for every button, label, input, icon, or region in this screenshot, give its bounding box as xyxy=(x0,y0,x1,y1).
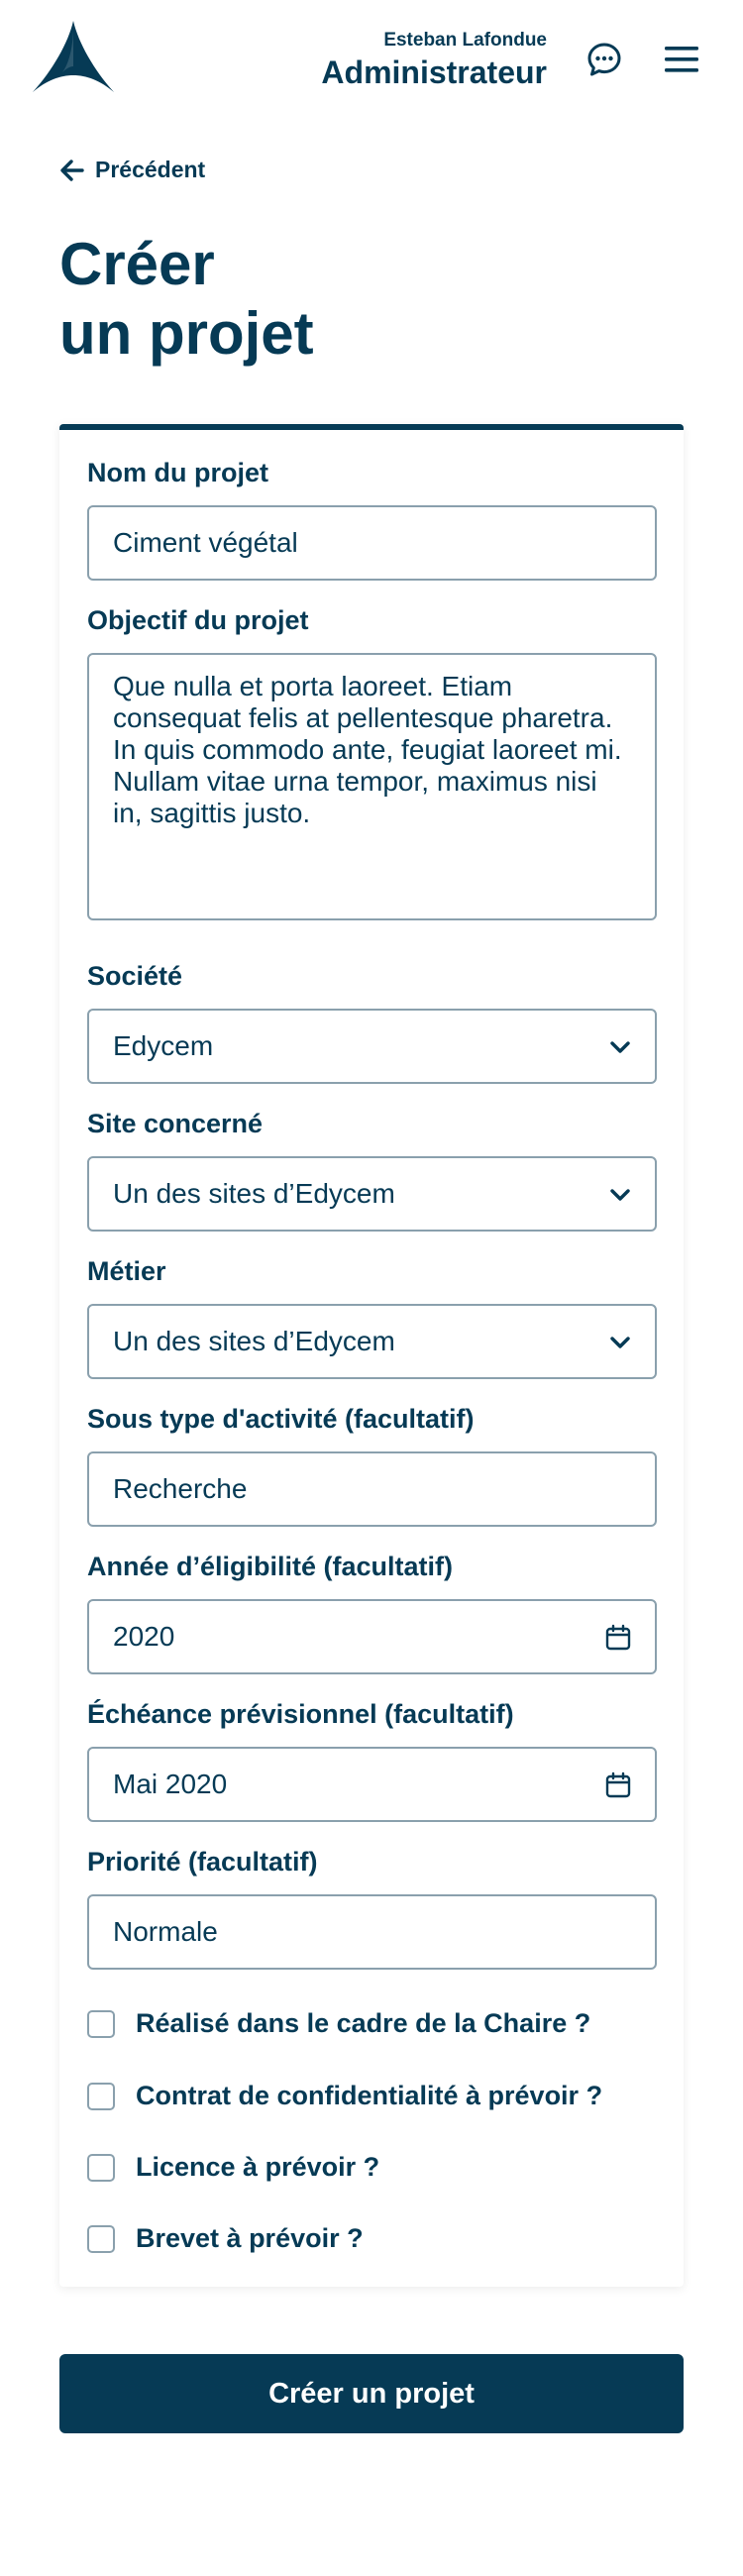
eligibility-year-input[interactable]: 2020 xyxy=(87,1599,657,1674)
job-value: Un des sites d’Edycem xyxy=(113,1326,395,1356)
triangle-logo-icon[interactable] xyxy=(33,21,114,98)
project-name-label: Nom du projet xyxy=(87,458,268,487)
page-title: Créer un projet xyxy=(59,230,476,369)
checkbox[interactable] xyxy=(87,2009,115,2038)
back-link[interactable]: Précédent xyxy=(59,157,205,183)
page-title-line1: Créer xyxy=(59,231,215,297)
user-name: Esteban Lafondue xyxy=(383,30,547,51)
project-name-value: Ciment végétal xyxy=(113,527,298,558)
checkbox-label: Contrat de confidentialité à prévoir ? xyxy=(136,2081,603,2110)
create-project-button[interactable]: Créer un projet xyxy=(59,2354,684,2433)
checkbox[interactable] xyxy=(87,2082,115,2110)
calendar-icon[interactable] xyxy=(603,1623,633,1653)
eligibility-year-value: 2020 xyxy=(113,1621,175,1652)
chevron-down-icon xyxy=(610,1189,630,1201)
checkbox-row-patent[interactable]: Brevet à prévoir ? xyxy=(87,2223,364,2254)
subtype-input[interactable]: Recherche xyxy=(87,1451,657,1527)
job-label: Métier xyxy=(87,1256,166,1286)
objective-label: Objectif du projet xyxy=(87,605,309,635)
objective-textarea[interactable]: Que nulla et porta laoreet. Etiam conseq… xyxy=(87,653,657,920)
chevron-down-icon xyxy=(610,1337,630,1348)
deadline-input[interactable]: Mai 2020 xyxy=(87,1747,657,1822)
job-select[interactable]: Un des sites d’Edycem xyxy=(87,1304,657,1379)
checkbox[interactable] xyxy=(87,2224,115,2253)
hamburger-menu-icon[interactable] xyxy=(664,44,699,75)
page-title-line2: un projet xyxy=(59,300,314,367)
objective-value: Que nulla et porta laoreet. Etiam conseq… xyxy=(113,671,622,828)
subtype-value: Recherche xyxy=(113,1473,248,1504)
back-label: Précédent xyxy=(95,157,206,182)
company-label: Société xyxy=(87,961,183,991)
user-role: Administrateur xyxy=(321,54,547,90)
eligibility-year-label: Année d’éligibilité (facultatif) xyxy=(87,1552,454,1581)
site-select[interactable]: Un des sites d’Edycem xyxy=(87,1156,657,1232)
priority-label: Priorité (facultatif) xyxy=(87,1847,318,1877)
site-value: Un des sites d’Edycem xyxy=(113,1178,395,1209)
calendar-icon[interactable] xyxy=(603,1771,633,1800)
priority-input[interactable]: Normale xyxy=(87,1894,657,1970)
project-name-input[interactable]: Ciment végétal xyxy=(87,505,657,581)
user-info: Esteban Lafondue Administrateur xyxy=(321,30,547,91)
company-value: Edycem xyxy=(113,1030,214,1061)
checkbox-row-chaire[interactable]: Réalisé dans le cadre de la Chaire ? xyxy=(87,2008,590,2039)
chat-bubble-icon[interactable] xyxy=(586,42,622,77)
arrow-left-icon xyxy=(60,159,84,181)
checkbox-label: Réalisé dans le cadre de la Chaire ? xyxy=(136,2008,591,2038)
checkbox-label: Licence à prévoir ? xyxy=(136,2152,380,2182)
subtype-label: Sous type d'activité (facultatif) xyxy=(87,1404,475,1434)
chevron-down-icon xyxy=(610,1041,630,1053)
deadline-value: Mai 2020 xyxy=(113,1769,228,1799)
header: Esteban Lafondue Administrateur xyxy=(0,0,743,119)
priority-value: Normale xyxy=(113,1916,218,1947)
deadline-label: Échéance prévisionnel (facultatif) xyxy=(87,1699,514,1729)
checkbox-label: Brevet à prévoir ? xyxy=(136,2223,364,2253)
site-label: Site concerné xyxy=(87,1109,264,1138)
checkbox-row-licence[interactable]: Licence à prévoir ? xyxy=(87,2152,379,2183)
checkbox-row-confidentiality[interactable]: Contrat de confidentialité à prévoir ? xyxy=(87,2081,602,2111)
checkbox[interactable] xyxy=(87,2153,115,2182)
company-select[interactable]: Edycem xyxy=(87,1009,657,1084)
